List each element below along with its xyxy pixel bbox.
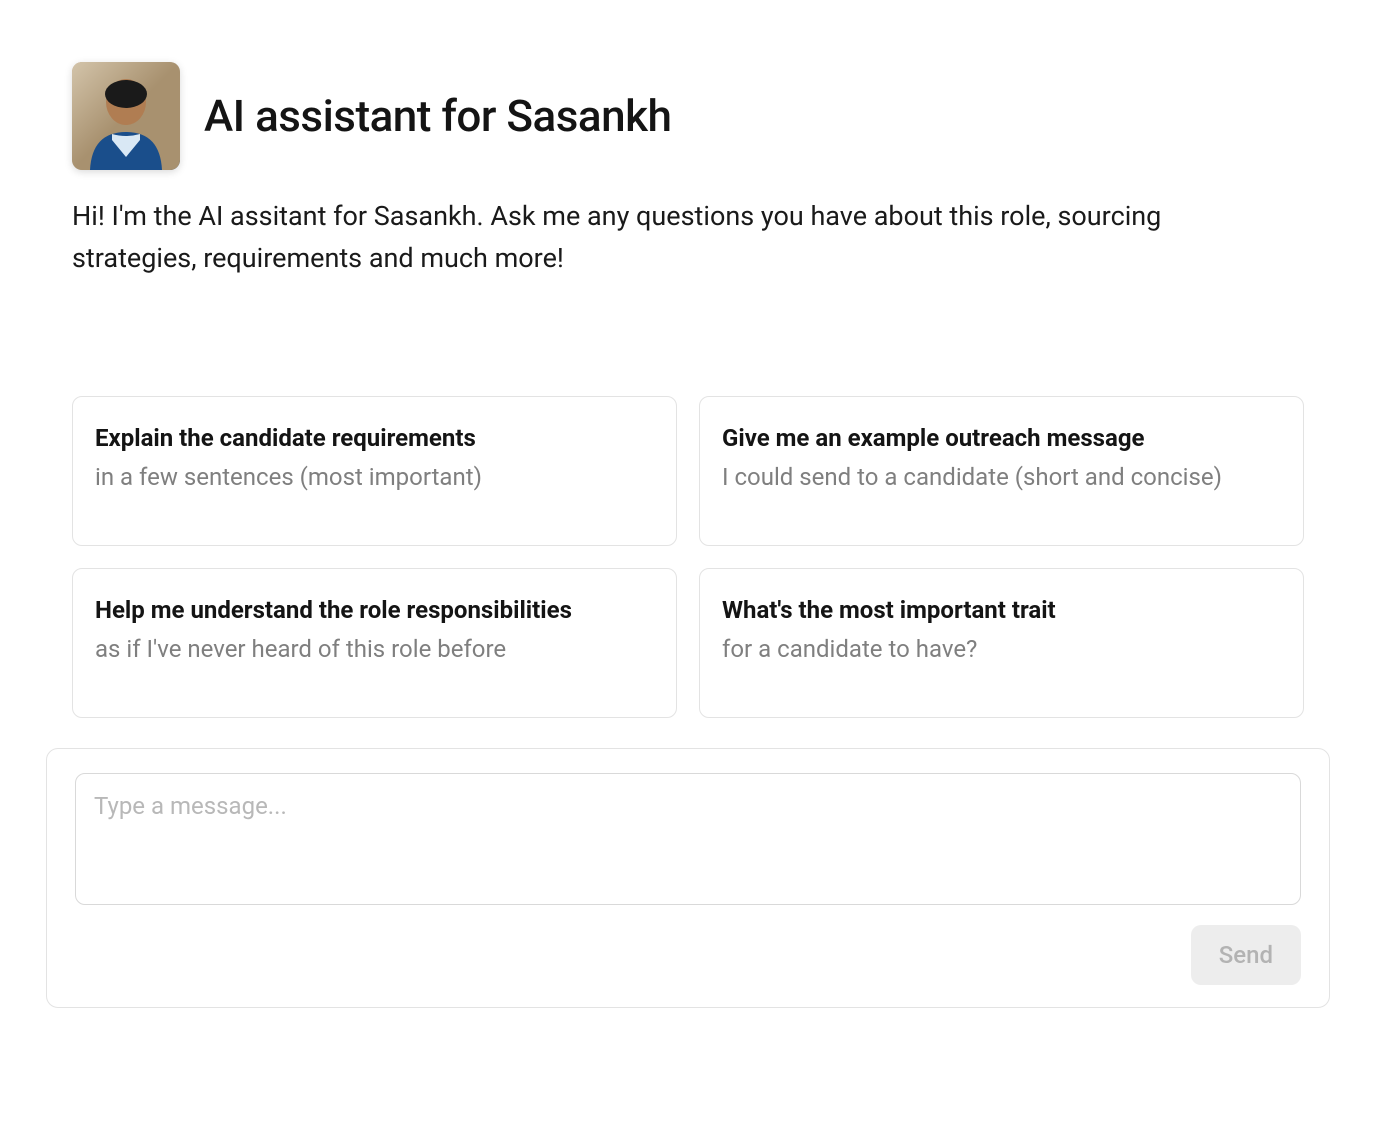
prompt-title: Explain the candidate requirements [95, 423, 654, 454]
prompt-card-trait[interactable]: What's the most important trait for a ca… [699, 568, 1304, 718]
prompt-title: Give me an example outreach message [722, 423, 1281, 454]
prompt-title: Help me understand the role responsibili… [95, 595, 654, 626]
intro-text: Hi! I'm the AI assitant for Sasankh. Ask… [72, 196, 1162, 280]
prompt-subtitle: for a candidate to have? [722, 632, 1281, 667]
message-input[interactable] [75, 773, 1301, 905]
send-button[interactable]: Send [1191, 925, 1301, 985]
page-title: AI assistant for Sasankh [204, 90, 672, 142]
message-composer: Send [46, 748, 1330, 1008]
avatar [72, 62, 180, 170]
prompt-subtitle: in a few sentences (most important) [95, 460, 654, 495]
prompt-suggestions: Explain the candidate requirements in a … [72, 396, 1304, 718]
prompt-title: What's the most important trait [722, 595, 1281, 626]
prompt-subtitle: I could send to a candidate (short and c… [722, 460, 1281, 495]
prompt-card-outreach[interactable]: Give me an example outreach message I co… [699, 396, 1304, 546]
prompt-card-responsibilities[interactable]: Help me understand the role responsibili… [72, 568, 677, 718]
header: AI assistant for Sasankh [72, 62, 1304, 170]
prompt-subtitle: as if I've never heard of this role befo… [95, 632, 654, 667]
prompt-card-requirements[interactable]: Explain the candidate requirements in a … [72, 396, 677, 546]
